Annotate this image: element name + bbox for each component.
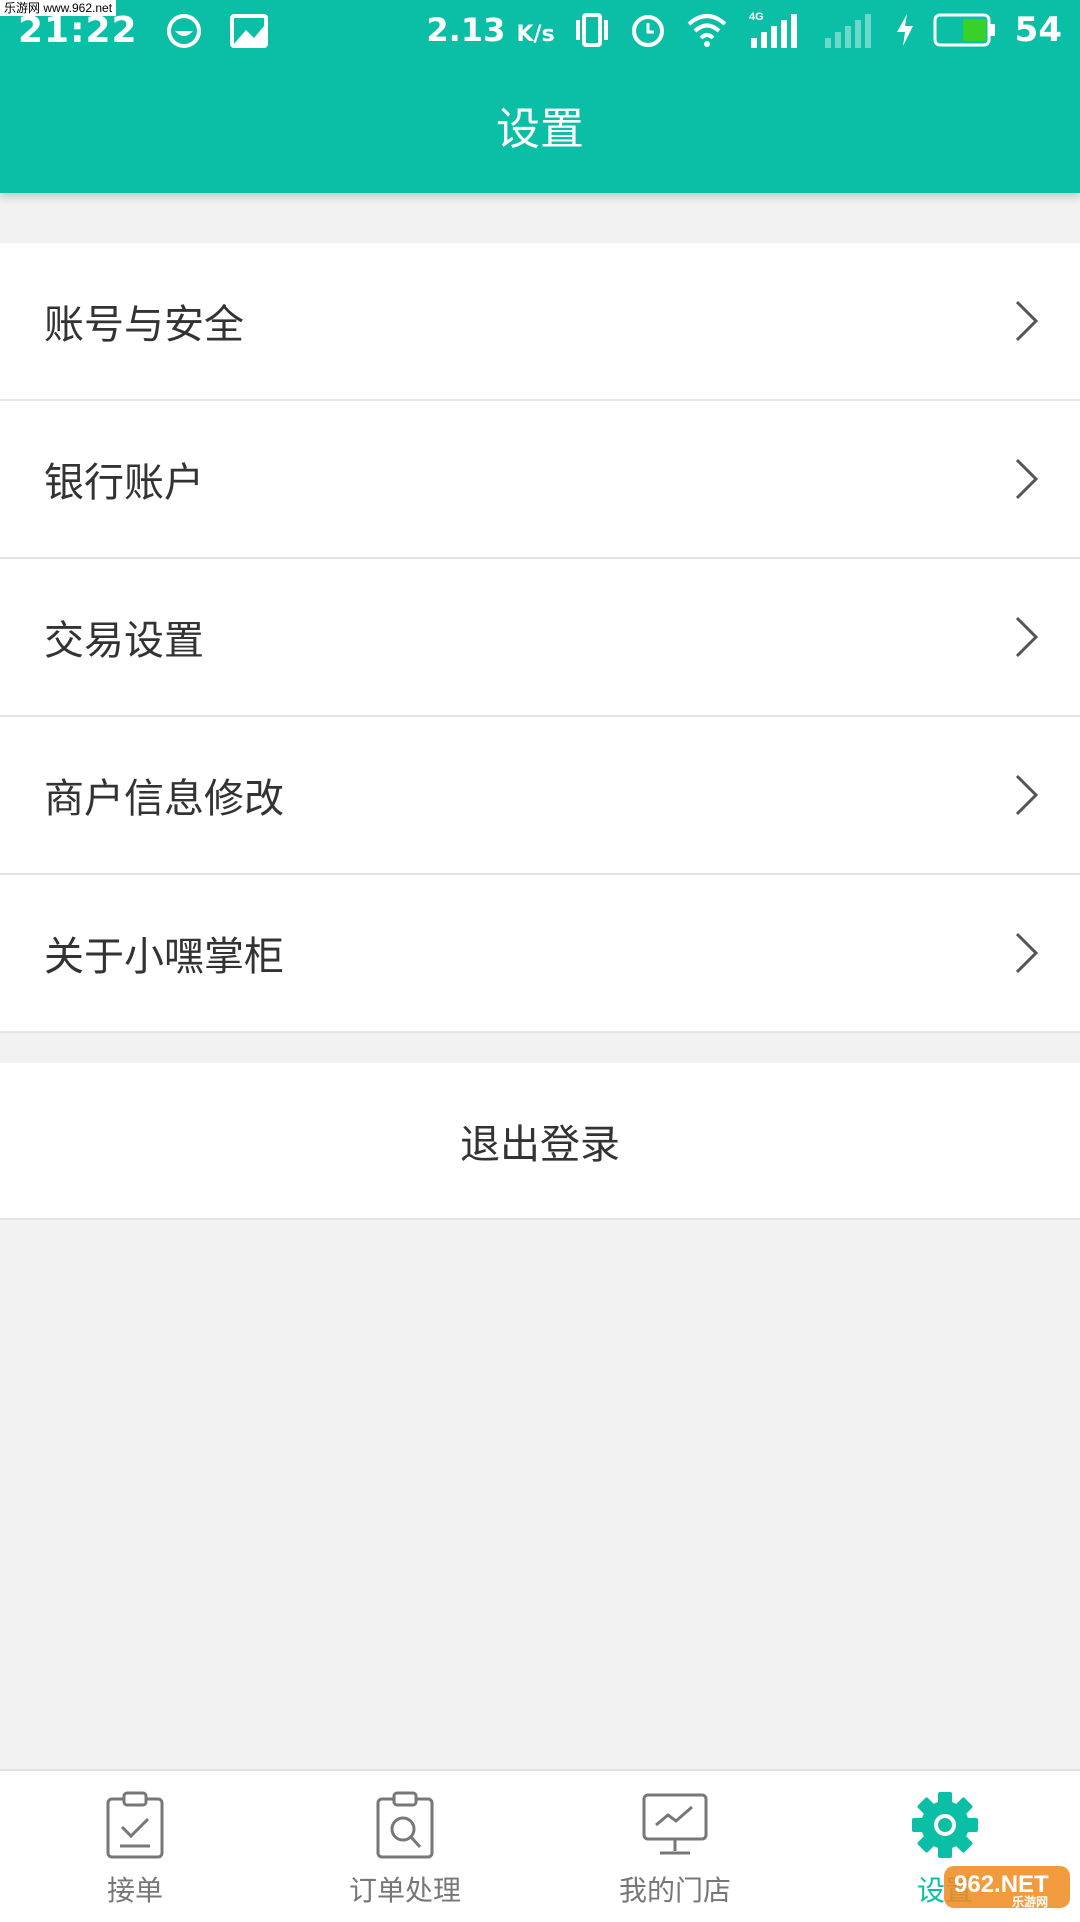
chevron-right-icon: [1015, 300, 1039, 342]
monitor-chart-icon: [642, 1793, 708, 1855]
menu-item-label: 银行账户: [44, 460, 204, 506]
cellular-signal-weak-icon: [824, 14, 871, 48]
svg-text:乐游网: 乐游网: [1012, 1894, 1048, 1909]
notification-face-icon: [166, 13, 201, 48]
chevron-right-icon: [1015, 932, 1039, 974]
tab-label: 订单处理: [348, 1874, 461, 1907]
menu-item-label: 商户信息修改: [44, 776, 284, 822]
logout-label: 退出登录: [460, 1121, 620, 1168]
chevron-right-icon: [1015, 458, 1039, 500]
menu-item-account-security[interactable]: 账号与安全: [0, 243, 1080, 401]
page-title: 设置: [496, 104, 584, 155]
status-time: 21:22: [18, 10, 138, 51]
app-header: 乐游网 www.962.net 21:22 2.13 K/s 4G 54 设置: [0, 0, 1080, 193]
watermark-bottom: 962.NET 乐游网: [942, 1862, 1072, 1912]
svg-text:962.NET: 962.NET: [954, 1871, 1049, 1898]
svg-text:4G: 4G: [749, 11, 764, 23]
network-speed: 2.13 K/s: [426, 11, 555, 49]
chevron-right-icon: [1015, 616, 1039, 658]
alarm-icon: [631, 15, 664, 47]
menu-item-merchant-info[interactable]: 商户信息修改: [0, 717, 1080, 875]
battery-level: 54: [1014, 10, 1062, 50]
vibrate-icon: [575, 13, 608, 47]
menu-item-bank-account[interactable]: 银行账户: [0, 401, 1080, 559]
wifi-icon: [687, 14, 726, 47]
clipboard-search-icon: [376, 1791, 434, 1859]
logout-button[interactable]: 退出登录: [0, 1063, 1080, 1220]
settings-menu: 账号与安全 银行账户 交易设置 商户信息修改 关于小嘿掌柜: [0, 243, 1080, 1033]
tab-label: 接单: [106, 1874, 163, 1907]
tab-my-store[interactable]: 我的门店: [540, 1771, 810, 1922]
menu-item-trade-settings[interactable]: 交易设置: [0, 559, 1080, 717]
gear-icon: [912, 1792, 978, 1858]
charging-icon: [896, 14, 913, 46]
menu-item-label: 关于小嘿掌柜: [44, 934, 284, 980]
watermark-logo: 962.NET 乐游网: [944, 1866, 1070, 1909]
cellular-signal-icon: 4G: [749, 11, 797, 48]
battery-icon: [933, 13, 995, 47]
chevron-right-icon: [1015, 774, 1039, 816]
bottom-tab-bar: 接单 订单处理 我的门店: [0, 1769, 1080, 1922]
clipboard-check-icon: [106, 1791, 164, 1859]
image-notification-icon: [229, 13, 268, 48]
tab-order-processing[interactable]: 订单处理: [270, 1771, 540, 1922]
status-bar: 乐游网 www.962.net 21:22 2.13 K/s 4G 54: [0, 0, 1080, 66]
menu-item-about[interactable]: 关于小嘿掌柜: [0, 875, 1080, 1033]
tab-label: 我的门店: [618, 1874, 731, 1907]
menu-item-label: 交易设置: [44, 618, 204, 664]
tab-orders-receive[interactable]: 接单: [0, 1771, 270, 1922]
menu-item-label: 账号与安全: [44, 302, 244, 348]
